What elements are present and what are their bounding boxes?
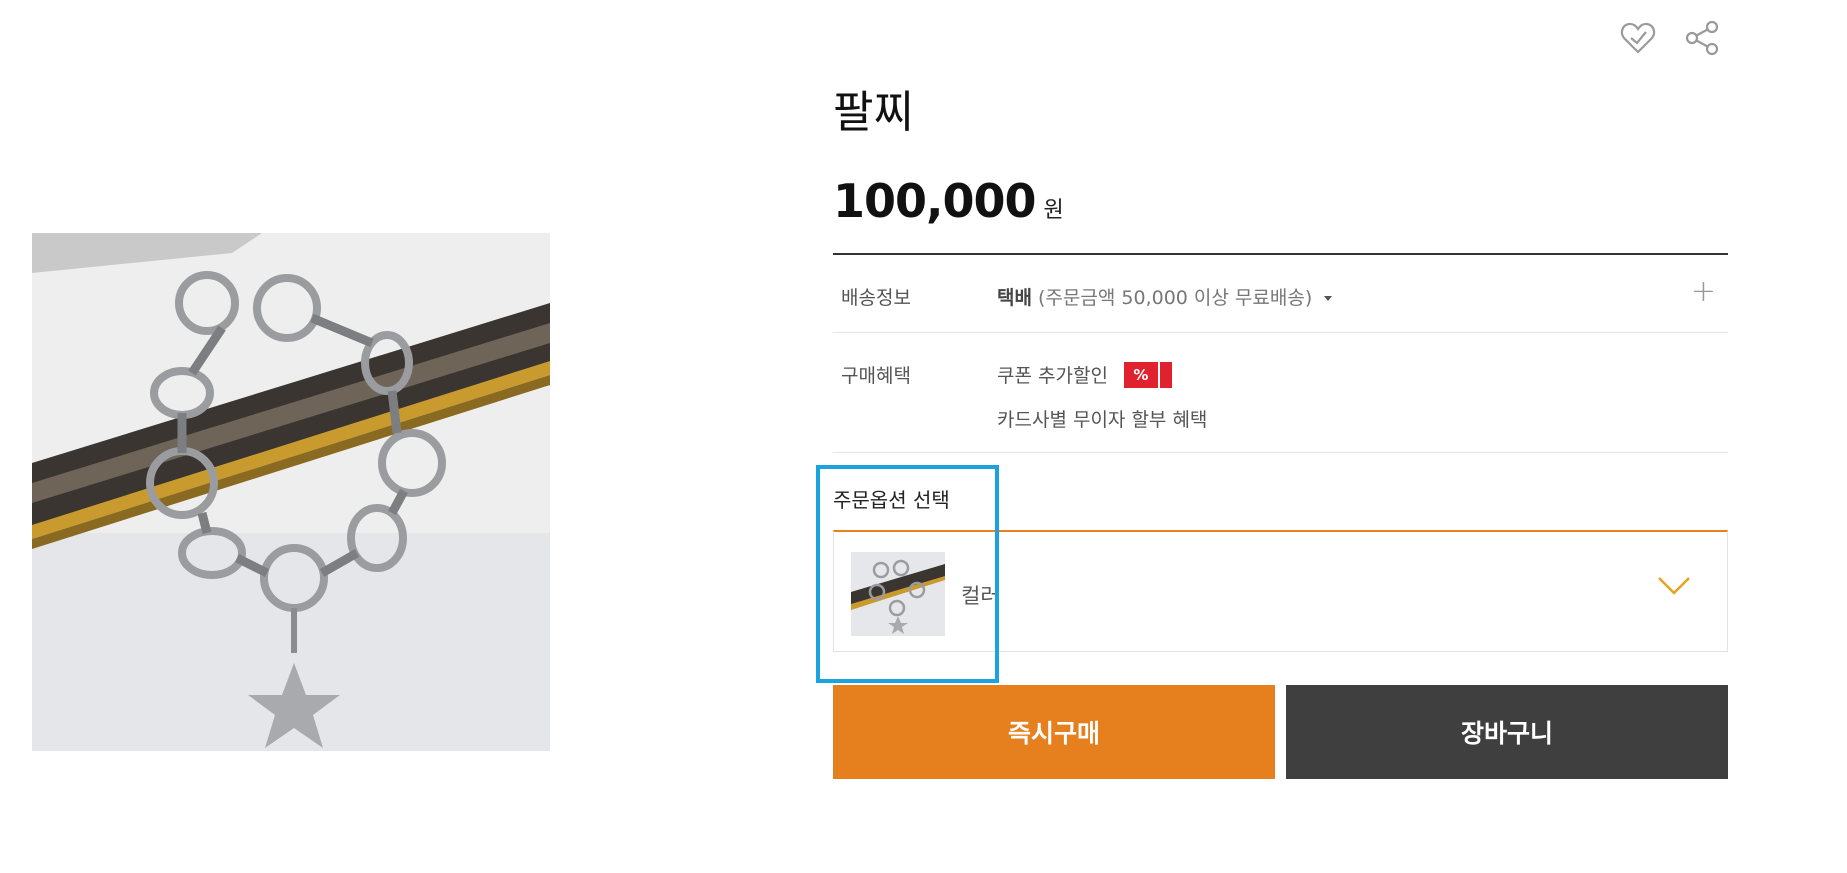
coupon-text: 쿠폰 추가할인	[997, 365, 1108, 387]
shipping-condition: (주문금액 50,000 이상 무료배송)	[1038, 287, 1313, 309]
coupon-discount[interactable]: 쿠폰 추가할인 %	[997, 361, 1172, 388]
product-detail-page: 팔찌 100,000 원 배송정보 택배 (주문금액 50,000 이상 무료배…	[0, 0, 1847, 873]
chevron-down-icon	[1657, 576, 1691, 600]
share-icon[interactable]	[1682, 18, 1722, 58]
shipping-method: 택배	[997, 287, 1032, 309]
add-to-cart-button[interactable]: 장바구니	[1286, 685, 1728, 779]
shipping-info-row: 배송정보 택배 (주문금액 50,000 이상 무료배송) +	[833, 255, 1728, 333]
product-title: 팔찌	[833, 87, 914, 138]
order-option-title: 주문옵션 선택	[833, 488, 950, 512]
card-installment-benefit: 카드사별 무이자 할부 혜택	[997, 409, 1208, 431]
color-option-select[interactable]: 컬러	[833, 530, 1728, 652]
percent-badge: %	[1123, 361, 1172, 388]
percent-badge-text: %	[1123, 361, 1158, 388]
product-price: 100,000	[833, 174, 1037, 228]
benefit-label: 구매혜택	[841, 365, 911, 387]
header-icons	[1618, 18, 1722, 58]
benefit-info-row: 구매혜택 쿠폰 추가할인 % 카드사별 무이자 할부 혜택	[833, 333, 1728, 453]
selected-option-label: 컬러	[961, 584, 1000, 608]
shipping-method-dropdown[interactable]: 택배 (주문금액 50,000 이상 무료배송)	[997, 283, 1333, 310]
plus-icon[interactable]: +	[1691, 277, 1716, 307]
price-row: 100,000 원	[833, 174, 1064, 228]
product-image	[32, 233, 550, 751]
buy-now-button[interactable]: 즉시구매	[833, 685, 1275, 779]
badge-tail	[1159, 361, 1172, 388]
wishlist-heart-icon[interactable]	[1618, 18, 1658, 58]
option-thumbnail	[851, 552, 945, 636]
currency-unit: 원	[1043, 198, 1064, 223]
caret-down-icon	[1324, 296, 1333, 301]
shipping-label: 배송정보	[841, 287, 911, 309]
